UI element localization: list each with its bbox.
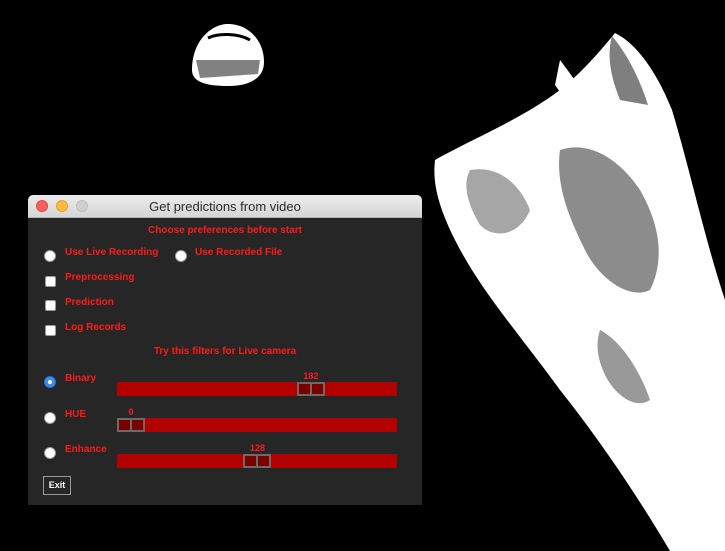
enhance-filter-radio[interactable] [44, 447, 56, 459]
prediction-label[interactable]: Prediction [65, 297, 114, 308]
binary-slider-thumb[interactable] [296, 382, 325, 396]
binary-filter-radio[interactable] [44, 376, 56, 388]
binary-slider[interactable]: 182 [117, 371, 397, 396]
hue-slider-thumb[interactable] [117, 418, 145, 432]
hue-slider-value: 0 [128, 407, 134, 417]
exit-button[interactable]: Exit [43, 476, 71, 495]
log-records-label[interactable]: Log Records [65, 322, 126, 333]
preprocessing-checkbox[interactable] [45, 276, 56, 287]
hue-filter-radio[interactable] [44, 412, 56, 424]
enhance-slider[interactable]: 128 [117, 443, 397, 468]
preferences-heading: Choose preferences before start [148, 225, 302, 236]
prediction-checkbox[interactable] [45, 300, 56, 311]
binary-filter-label[interactable]: Binary [65, 373, 96, 384]
hue-filter-label[interactable]: HUE [65, 409, 86, 420]
predictions-window: Get predictions from video Choose prefer… [28, 195, 422, 505]
binary-slider-value: 182 [303, 371, 319, 381]
enhance-filter-label[interactable]: Enhance [65, 444, 107, 455]
title-bar[interactable]: Get predictions from video [28, 195, 422, 218]
enhance-slider-thumb[interactable] [243, 454, 272, 468]
live-recording-radio[interactable] [44, 250, 56, 262]
log-records-checkbox[interactable] [45, 325, 56, 336]
window-title: Get predictions from video [149, 199, 301, 214]
preprocessing-label[interactable]: Preprocessing [65, 272, 134, 283]
filters-heading: Try this filters for Live camera [153, 346, 297, 357]
recorded-file-label[interactable]: Use Recorded File [195, 247, 282, 258]
enhance-slider-value: 128 [249, 443, 265, 453]
recorded-file-radio[interactable] [175, 250, 187, 262]
hue-slider[interactable]: 0 [117, 407, 397, 432]
live-recording-label[interactable]: Use Live Recording [65, 247, 158, 258]
